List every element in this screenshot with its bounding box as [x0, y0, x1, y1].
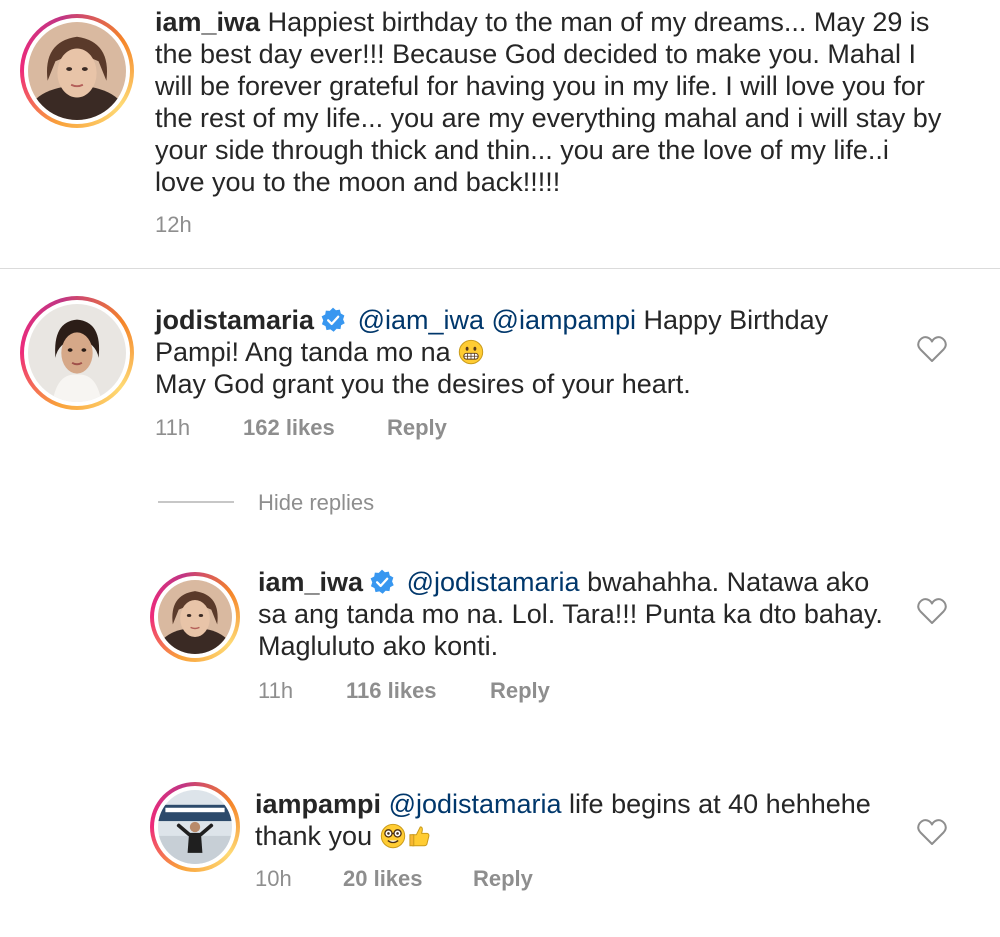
username[interactable]: iampampi	[255, 789, 381, 819]
reply-meta: 10h 20 likes Reply	[255, 866, 655, 894]
likes-count[interactable]: 116 likes	[346, 678, 437, 704]
reply-button[interactable]: Reply	[490, 678, 550, 704]
nerd-face-with-glasses-icon	[380, 823, 405, 849]
reply-text: Magluluto ako konti.	[258, 631, 499, 661]
reply-text: life begins at 40 hehhehe	[569, 789, 871, 819]
reply-body: iam_iwa @jodistamaria bwahahha. Natawa a…	[258, 566, 898, 662]
reply-button[interactable]: Reply	[473, 866, 533, 892]
username[interactable]: iam_iwa	[155, 7, 260, 37]
reply-text: bwahahha. Natawa ako	[587, 567, 870, 597]
hide-replies-button[interactable]: Hide replies	[258, 490, 374, 516]
like-heart-icon[interactable]	[917, 818, 947, 846]
grimacing-face-icon	[459, 339, 484, 365]
hide-replies-line	[158, 501, 234, 503]
like-heart-icon[interactable]	[917, 597, 947, 625]
reply-time: 11h	[258, 678, 294, 703]
mention-link[interactable]: @iampampi	[492, 305, 636, 335]
divider	[0, 268, 1000, 269]
like-heart-icon[interactable]	[917, 335, 947, 363]
avatar-photo	[158, 580, 232, 654]
avatar-iam-iwa[interactable]	[20, 14, 134, 128]
reply-button[interactable]: Reply	[387, 415, 447, 441]
comment-body: jodistamaria @iam_iwa @iampampi Happy Bi…	[155, 304, 905, 400]
comment-time: 11h	[155, 415, 191, 440]
reply-meta: 11h 116 likes Reply	[258, 678, 658, 706]
comment-text: Pampi! Ang tanda mo na	[155, 337, 451, 367]
comment-time: 12h	[155, 212, 192, 237]
comment-text: Happiest birthday to the man of my dream…	[155, 7, 942, 197]
comment-meta: 11h 162 likes Reply	[155, 415, 555, 443]
thumbs-up-icon	[409, 826, 430, 847]
reply-body: iampampi @jodistamaria life begins at 40…	[255, 788, 895, 852]
avatar-jodistamaria[interactable]	[20, 296, 134, 410]
verified-badge-icon	[321, 307, 345, 332]
avatar-photo	[158, 790, 232, 864]
comment-text: May God grant you the desires of your he…	[155, 369, 691, 399]
comment-text: Happy Birthday	[643, 305, 829, 335]
reply-text: thank you	[255, 821, 373, 851]
mention-link[interactable]: @jodistamaria	[407, 567, 580, 597]
likes-count[interactable]: 20 likes	[343, 866, 423, 892]
avatar-photo	[28, 304, 126, 402]
username[interactable]: jodistamaria	[155, 305, 314, 335]
reply-text: sa ang tanda mo na. Lol. Tara!!! Punta k…	[258, 599, 883, 629]
likes-count[interactable]: 162 likes	[243, 415, 335, 441]
verified-badge-icon	[370, 569, 394, 594]
mention-link[interactable]: @iam_iwa	[358, 305, 484, 335]
comments-screen: iam_iwa Happiest birthday to the man of …	[0, 0, 1000, 937]
reply-time: 10h	[255, 866, 292, 891]
avatar-iam-iwa[interactable]	[150, 572, 240, 662]
avatar-iampampi[interactable]	[150, 782, 240, 872]
mention-link[interactable]: @jodistamaria	[389, 789, 562, 819]
comment-body: iam_iwa Happiest birthday to the man of …	[155, 6, 945, 198]
username[interactable]: iam_iwa	[258, 567, 363, 597]
avatar-photo	[28, 22, 126, 120]
